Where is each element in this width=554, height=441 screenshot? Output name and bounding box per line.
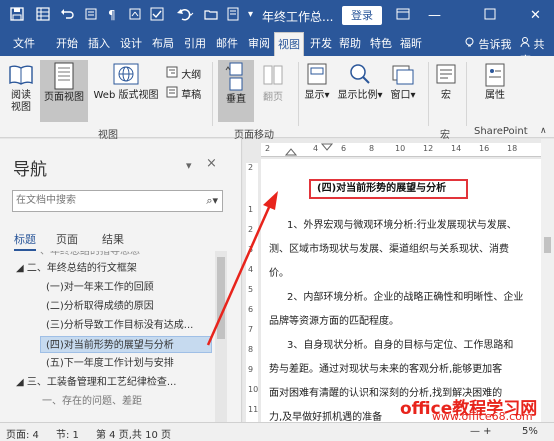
zoom-slider[interactable]: — + <box>470 426 492 437</box>
annotation-arrow <box>206 191 278 346</box>
arrow-head-icon <box>263 191 278 210</box>
zoom-percent[interactable]: 5% <box>522 426 538 437</box>
status-section[interactable]: 节: 1 <box>56 426 79 441</box>
status-bar: 页面: 4 节: 1 第 4 页,共 10 页 — + 5% <box>0 422 554 441</box>
status-page-count[interactable]: 第 4 页,共 10 页 <box>96 426 171 441</box>
status-page[interactable]: 页面: 4 <box>6 426 39 441</box>
